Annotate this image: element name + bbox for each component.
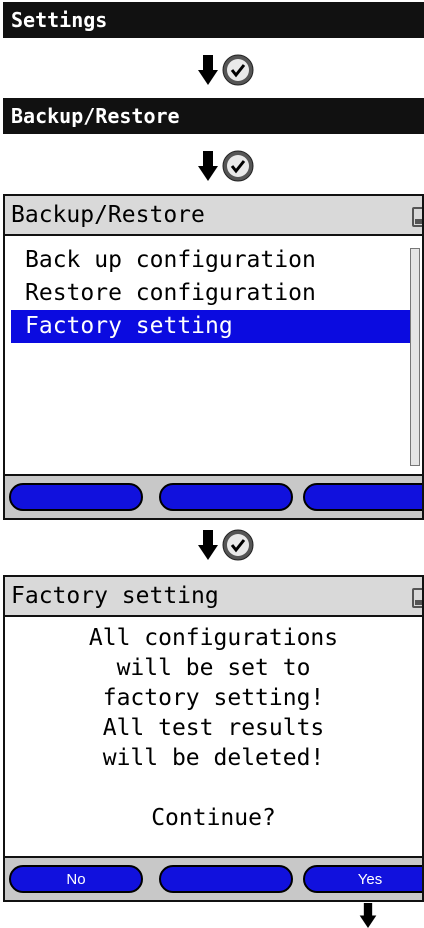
- message-line: will be deleted!: [102, 745, 325, 771]
- screen-title: Backup/Restore: [11, 202, 205, 228]
- confirmation-message: All configurations will be set to factor…: [5, 623, 422, 833]
- softkey-left[interactable]: [9, 483, 143, 511]
- step-indicator-1: [198, 54, 254, 86]
- arrow-down-icon: [359, 903, 377, 928]
- step-indicator-4: [358, 903, 378, 928]
- ok-check-icon[interactable]: [222, 150, 254, 182]
- softkey-middle[interactable]: [159, 483, 293, 511]
- backup-restore-label: Backup/Restore: [11, 104, 180, 128]
- message-line: factory setting!: [102, 685, 325, 711]
- factory-setting-screen: Factory setting All configurations will …: [3, 575, 424, 902]
- softkey-right[interactable]: [303, 483, 422, 511]
- yes-button[interactable]: Yes: [303, 865, 422, 893]
- scrollbar[interactable]: [410, 248, 420, 466]
- menu-item-factory-setting[interactable]: Factory setting: [11, 310, 410, 343]
- screen-title-bar: Backup/Restore: [5, 196, 422, 236]
- softkey-bar: No Yes: [5, 856, 422, 900]
- menu-item-backup-configuration[interactable]: Back up configuration: [5, 244, 422, 277]
- menu-item-restore-configuration[interactable]: Restore configuration: [5, 277, 422, 310]
- settings-label: Settings: [11, 8, 108, 32]
- ok-check-icon[interactable]: [222, 54, 254, 86]
- arrow-down-icon: [198, 55, 218, 85]
- continue-prompt: Continue?: [151, 805, 276, 831]
- message-line: will be set to: [116, 655, 311, 681]
- screen-title: Factory setting: [11, 583, 219, 609]
- backup-restore-screen: Backup/Restore Back up configuration Res…: [3, 194, 424, 520]
- backup-restore-menu-bar[interactable]: Backup/Restore: [3, 98, 424, 134]
- settings-menu-bar[interactable]: Settings: [3, 2, 424, 38]
- no-button[interactable]: No: [9, 865, 143, 893]
- softkey-middle[interactable]: [159, 865, 293, 893]
- arrow-down-icon: [198, 151, 218, 181]
- message-line: All test results: [102, 715, 325, 741]
- softkey-bar: [5, 474, 422, 518]
- step-indicator-2: [198, 150, 254, 182]
- arrow-down-icon: [198, 530, 218, 560]
- screen-title-bar: Factory setting: [5, 577, 422, 617]
- battery-icon: [412, 588, 422, 608]
- battery-icon: [412, 207, 422, 227]
- menu-list: Back up configuration Restore configurat…: [5, 244, 422, 343]
- message-line: All configurations: [88, 625, 339, 651]
- step-indicator-3: [198, 529, 254, 561]
- ok-check-icon[interactable]: [222, 529, 254, 561]
